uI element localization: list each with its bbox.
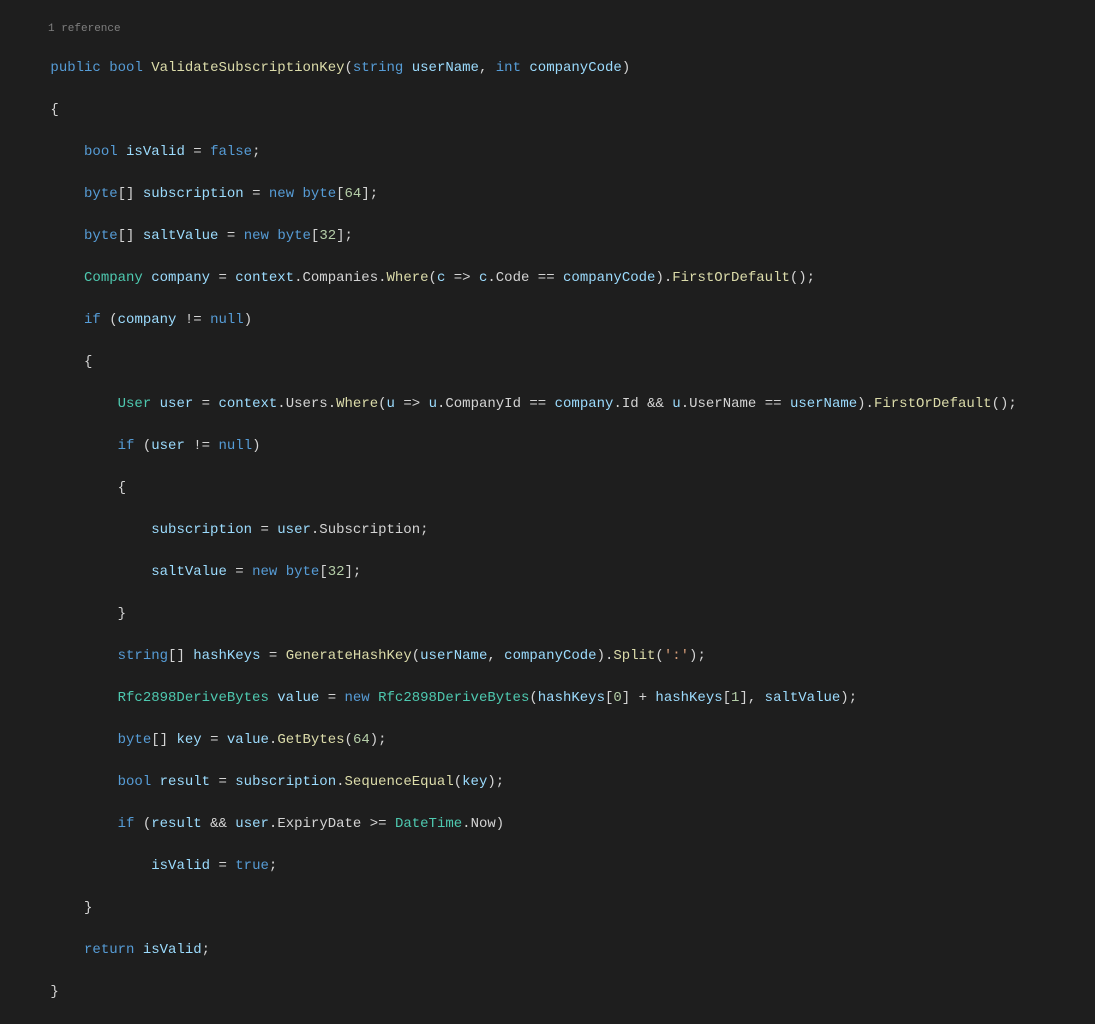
code-line: saltValue = new byte[32]; — [0, 562, 1095, 583]
code-line: byte[] key = value.GetBytes(64); — [0, 730, 1095, 751]
code-line: public bool ValidateSubscriptionKey(stri… — [0, 58, 1095, 79]
code-line: subscription = user.Subscription; — [0, 520, 1095, 541]
code-line: } — [0, 898, 1095, 919]
code-line: { — [0, 100, 1095, 121]
codelens-reference[interactable]: 1 reference — [0, 21, 1095, 37]
code-line: Rfc2898DeriveBytes value = new Rfc2898De… — [0, 688, 1095, 709]
code-line: if (user != null) — [0, 436, 1095, 457]
code-line: } — [0, 604, 1095, 625]
code-line: bool result = subscription.SequenceEqual… — [0, 772, 1095, 793]
code-line: Company company = context.Companies.Wher… — [0, 268, 1095, 289]
code-line: } — [0, 982, 1095, 1003]
code-line: { — [0, 478, 1095, 499]
code-line: byte[] subscription = new byte[64]; — [0, 184, 1095, 205]
code-line: bool isValid = false; — [0, 142, 1095, 163]
code-line: byte[] saltValue = new byte[32]; — [0, 226, 1095, 247]
code-editor[interactable]: 1 reference public bool ValidateSubscrip… — [0, 0, 1095, 1024]
code-line: { — [0, 352, 1095, 373]
code-line: return isValid; — [0, 940, 1095, 961]
code-line: isValid = true; — [0, 856, 1095, 877]
code-line: if (company != null) — [0, 310, 1095, 331]
code-line: User user = context.Users.Where(u => u.C… — [0, 394, 1095, 415]
code-line: if (result && user.ExpiryDate >= DateTim… — [0, 814, 1095, 835]
code-line: string[] hashKeys = GenerateHashKey(user… — [0, 646, 1095, 667]
